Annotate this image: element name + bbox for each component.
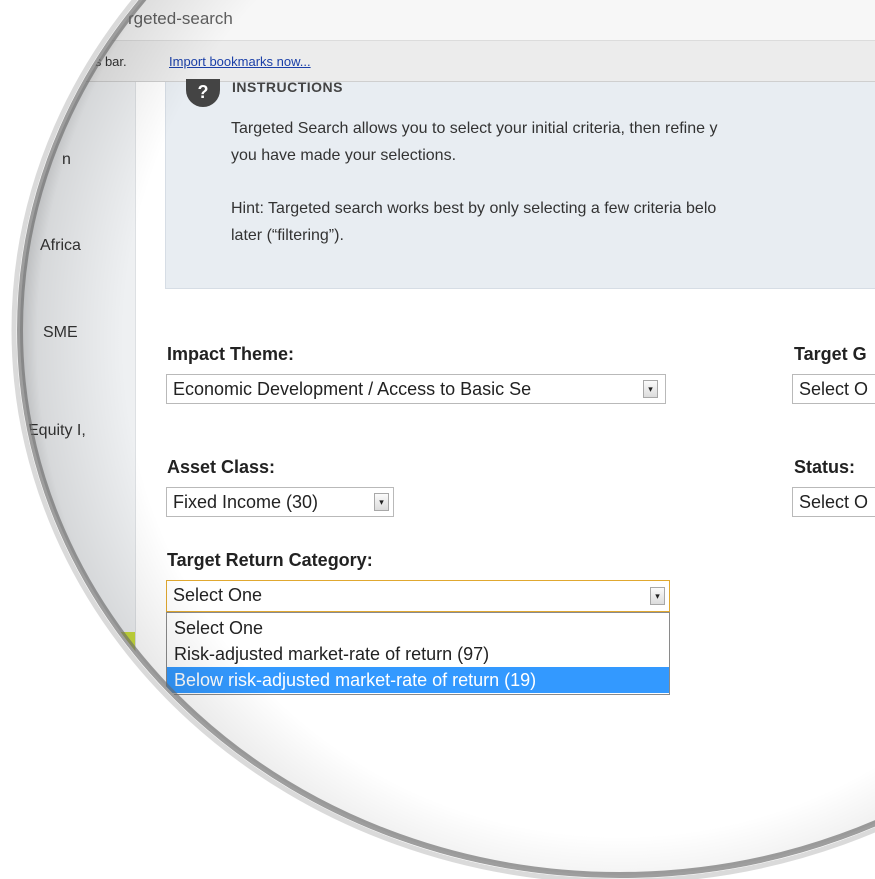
target-return-value: Select One	[173, 585, 263, 605]
target-geography-label: Target G	[794, 344, 867, 364]
instructions-text: you have made your selections.	[231, 147, 457, 164]
asset-class-value: Fixed Income (30)	[173, 492, 319, 512]
sidebar-accent-strip	[110, 632, 135, 676]
instructions-hint: Hint: Targeted search works best by only…	[231, 200, 717, 217]
sidebar-item[interactable]: Africa	[40, 237, 81, 255]
asset-class-label: Asset Class:	[167, 457, 276, 477]
magnified-screenshot: rgeted-search rks bar. Import bookmarks …	[0, 0, 875, 879]
dropdown-option[interactable]: Risk-adjusted market-rate of return (97)	[167, 641, 669, 667]
bookmarks-bar: rks bar. Import bookmarks now...	[0, 41, 875, 82]
asset-class-select[interactable]: Fixed Income (30) ▾	[166, 487, 394, 517]
address-bar[interactable]: rgeted-search	[0, 0, 875, 41]
bookmarks-bar-text: rks bar.	[84, 54, 127, 69]
status-select[interactable]: Select O	[792, 487, 875, 517]
left-sidebar	[0, 82, 136, 879]
url-text: rgeted-search	[128, 9, 233, 28]
target-return-label: Target Return Category:	[167, 550, 373, 570]
sidebar-item[interactable]: n	[62, 151, 71, 169]
instructions-panel	[165, 82, 875, 289]
dropdown-option[interactable]: Select One	[167, 615, 669, 641]
import-bookmarks-link[interactable]: Import bookmarks now...	[169, 54, 311, 69]
target-return-options: Select One Risk-adjusted market-rate of …	[166, 612, 670, 695]
status-label: Status:	[794, 457, 856, 477]
instructions-title: INSTRUCTIONS	[232, 79, 343, 95]
sidebar-item[interactable]: Equity I,	[28, 422, 86, 440]
chevron-down-icon[interactable]: ▾	[650, 587, 665, 605]
impact-theme-value: Economic Development / Access to Basic S…	[173, 379, 532, 399]
instructions-text: Targeted Search allows you to select you…	[231, 120, 718, 137]
target-geography-value: Select O	[799, 379, 869, 399]
target-return-select[interactable]: Select One ▾	[166, 580, 670, 612]
chevron-down-icon[interactable]: ▾	[643, 380, 658, 398]
status-value: Select O	[799, 492, 869, 512]
chevron-down-icon[interactable]: ▾	[374, 493, 389, 511]
instructions-hint: later (“filtering”).	[231, 227, 344, 244]
impact-theme-label: Impact Theme:	[167, 344, 295, 364]
target-geography-select[interactable]: Select O	[792, 374, 875, 404]
dropdown-option-highlighted[interactable]: Below risk-adjusted market-rate of retur…	[167, 667, 669, 693]
sidebar-item[interactable]: SME	[43, 324, 78, 342]
impact-theme-select[interactable]: Economic Development / Access to Basic S…	[166, 374, 666, 404]
